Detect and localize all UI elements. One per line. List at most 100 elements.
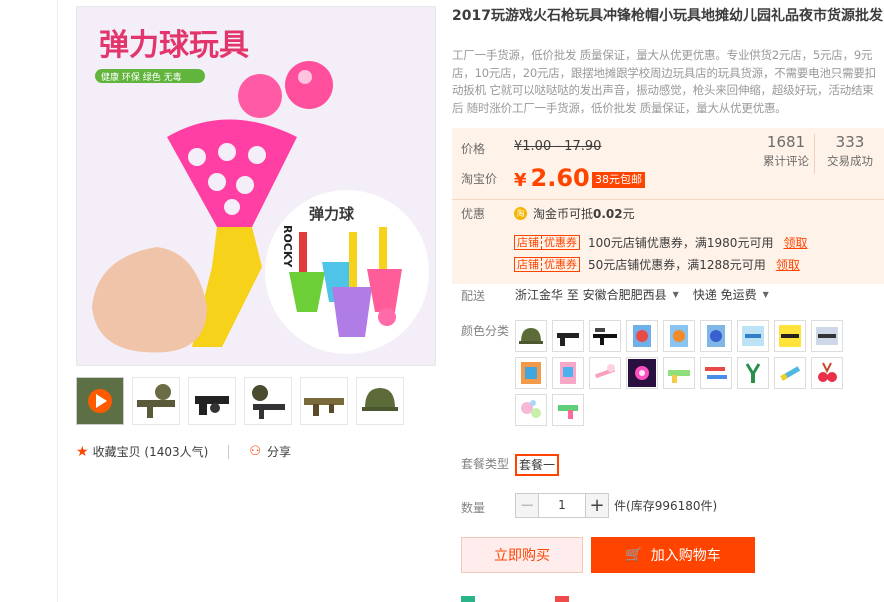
quantity-label: 数量 xyxy=(461,501,486,515)
buy-now-button[interactable]: 立即购买 xyxy=(461,537,583,573)
color-option-water-gun-pack[interactable] xyxy=(737,320,769,352)
favorite-share-row: ★ 收藏宝贝 (1403人气) ⚇ 分享 xyxy=(76,443,291,460)
review-count-stat[interactable]: 1681 累计评论 xyxy=(758,132,814,170)
color-option-cherry-toy[interactable] xyxy=(811,357,843,389)
color-option-gun-card[interactable] xyxy=(811,320,843,352)
color-option-helmet[interactable] xyxy=(515,320,547,352)
claim-coupon-button[interactable]: 领取 xyxy=(776,256,800,273)
trade-count: 333 xyxy=(835,133,865,151)
color-swatch-list xyxy=(515,320,855,426)
promo-price-label: 淘宝价 xyxy=(461,172,498,186)
color-option-toy-package-1[interactable] xyxy=(626,320,658,352)
trade-count-label: 交易成功 xyxy=(827,154,873,168)
stock-count: (库存996180件) xyxy=(626,499,718,513)
color-option-toy-package-3[interactable] xyxy=(700,320,732,352)
color-option-toy-package-2[interactable] xyxy=(663,320,695,352)
package-option[interactable]: 套餐一 xyxy=(515,454,560,476)
delivery-destination[interactable]: 安徽合肥肥西县 xyxy=(583,286,667,303)
thumbnail-gun-set[interactable] xyxy=(244,377,292,425)
coupon-tag-shop: 店铺 xyxy=(517,258,539,271)
color-option-toy-pink[interactable] xyxy=(589,357,621,389)
claim-coupon-button[interactable]: 领取 xyxy=(783,234,807,251)
promo-price: ¥2.60 xyxy=(514,164,590,195)
stat-divider xyxy=(814,134,815,174)
coupon-text: 50元店铺优惠券，满1288元可用 xyxy=(588,258,766,272)
left-divider xyxy=(57,0,58,602)
quantity-decrease-button[interactable]: − xyxy=(515,493,539,518)
thumbnail-rifle[interactable] xyxy=(132,377,180,425)
star-icon[interactable]: ★ xyxy=(76,444,89,460)
thumbnail-strip xyxy=(76,377,404,425)
coupon-tag: 店铺 优惠券 xyxy=(514,235,580,250)
color-option-green-gun[interactable] xyxy=(663,357,695,389)
price-label: 价格 xyxy=(461,142,486,156)
package-label: 套餐类型 xyxy=(461,457,510,471)
color-option-gun-yellow-card[interactable] xyxy=(774,320,806,352)
badge-icon xyxy=(461,596,475,602)
coupon-tag-shop: 店铺 xyxy=(517,236,539,249)
stock-info: 件(库存996180件) xyxy=(614,497,717,514)
product-subtitle: 工厂一手货源，低价批发 质量保证，量大从优更优惠。专业供货2元店，5元店，9元店… xyxy=(452,48,876,115)
price-panel: 价格 ¥1.00 - 17.90 淘宝价 ¥2.60 38元包邮 1681 累计… xyxy=(452,128,884,284)
color-option-light-toy[interactable] xyxy=(626,357,658,389)
cut-off-row xyxy=(461,596,569,602)
review-count: 1681 xyxy=(766,133,806,151)
quantity-stepper: − 1 + 件(库存996180件) xyxy=(515,493,717,518)
coin-unit: 元 xyxy=(622,207,635,221)
chevron-down-icon[interactable]: ▼ xyxy=(673,290,679,299)
divider xyxy=(228,444,230,459)
chevron-down-icon[interactable]: ▼ xyxy=(763,290,769,299)
add-to-cart-label: 加入购物车 xyxy=(650,548,721,564)
product-title: 2017玩游戏火石枪玩具冲锋枪帽小玩具地摊幼儿园礼品夜市货源批发 xyxy=(452,8,883,24)
coupon-row: 店铺 优惠券 50元店铺优惠券，满1288元可用 领取 xyxy=(514,256,800,273)
original-price: ¥1.00 - 17.90 xyxy=(514,139,602,154)
color-option-slingshot[interactable] xyxy=(737,357,769,389)
image-headline: 弹力球玩具 xyxy=(99,28,249,63)
main-product-image[interactable]: 弹力球玩具 健康 环保 绿色 无毒 弹力球 ROCKY xyxy=(76,6,436,366)
rocky-text: ROCKY xyxy=(281,225,294,268)
review-count-label: 累计评论 xyxy=(763,154,809,168)
share-icon[interactable]: ⚇ xyxy=(249,444,261,459)
color-option-bubble-toy[interactable] xyxy=(515,394,547,426)
delivery-row: 浙江金华 至 安徽合肥肥西县 ▼ 快递 免运费 ▼ xyxy=(515,286,783,303)
delivery-label: 配送 xyxy=(461,289,486,303)
thumbnail-video[interactable] xyxy=(76,377,124,425)
favorite-count: (1403人气) xyxy=(144,445,209,459)
color-option-rifle-black[interactable] xyxy=(589,320,621,352)
coupon-row: 店铺 优惠券 100元店铺优惠券，满1980元可用 领取 xyxy=(514,234,807,251)
quantity-increase-button[interactable]: + xyxy=(585,493,609,518)
perks-label: 优惠 xyxy=(461,207,486,221)
box-text: 弹力球 xyxy=(309,205,355,223)
delivery-from: 浙江金华 至 xyxy=(515,288,579,302)
yen-symbol: ¥ xyxy=(514,170,527,191)
coin-perk: 淘 淘金币可抵 0.02 元 xyxy=(514,205,635,222)
shipping-badge: 38元包邮 xyxy=(592,172,645,188)
color-option-water-gun-green[interactable] xyxy=(552,394,584,426)
color-option-gun-set[interactable] xyxy=(700,357,732,389)
color-option-tube-toy[interactable] xyxy=(774,357,806,389)
color-option-pistol-black[interactable] xyxy=(552,320,584,352)
color-option-toy-bag-pink[interactable] xyxy=(552,357,584,389)
quantity-input[interactable]: 1 xyxy=(539,493,585,518)
add-to-cart-button[interactable]: 🛒 加入购物车 xyxy=(591,537,755,573)
taobao-coin-icon: 淘 xyxy=(514,207,527,220)
coupon-tag-type: 优惠券 xyxy=(541,258,579,271)
thumbnail-camo-rifle[interactable] xyxy=(300,377,348,425)
promo-price-value: 2.60 xyxy=(530,164,590,192)
coupon-text: 100元店铺优惠券，满1980元可用 xyxy=(588,236,774,250)
quantity-unit: 件 xyxy=(614,499,627,513)
favorite-button[interactable]: 收藏宝贝 (1403人气) xyxy=(93,443,209,460)
image-tags: 健康 环保 绿色 无毒 xyxy=(101,71,182,83)
thumbnail-helmet[interactable] xyxy=(356,377,404,425)
badge-icon xyxy=(555,596,569,602)
price-divider xyxy=(452,199,884,200)
coupon-tag: 店铺 优惠券 xyxy=(514,257,580,272)
color-option-toy-box-orange[interactable] xyxy=(515,357,547,389)
coin-amount: 0.02 xyxy=(593,206,623,221)
share-button[interactable]: 分享 xyxy=(267,443,291,460)
favorite-label: 收藏宝贝 xyxy=(92,445,141,459)
cart-icon: 🛒 xyxy=(625,547,643,563)
delivery-method[interactable]: 快递 免运费 xyxy=(693,286,757,303)
coin-text: 淘金币可抵 xyxy=(533,207,594,221)
thumbnail-pistol[interactable] xyxy=(188,377,236,425)
